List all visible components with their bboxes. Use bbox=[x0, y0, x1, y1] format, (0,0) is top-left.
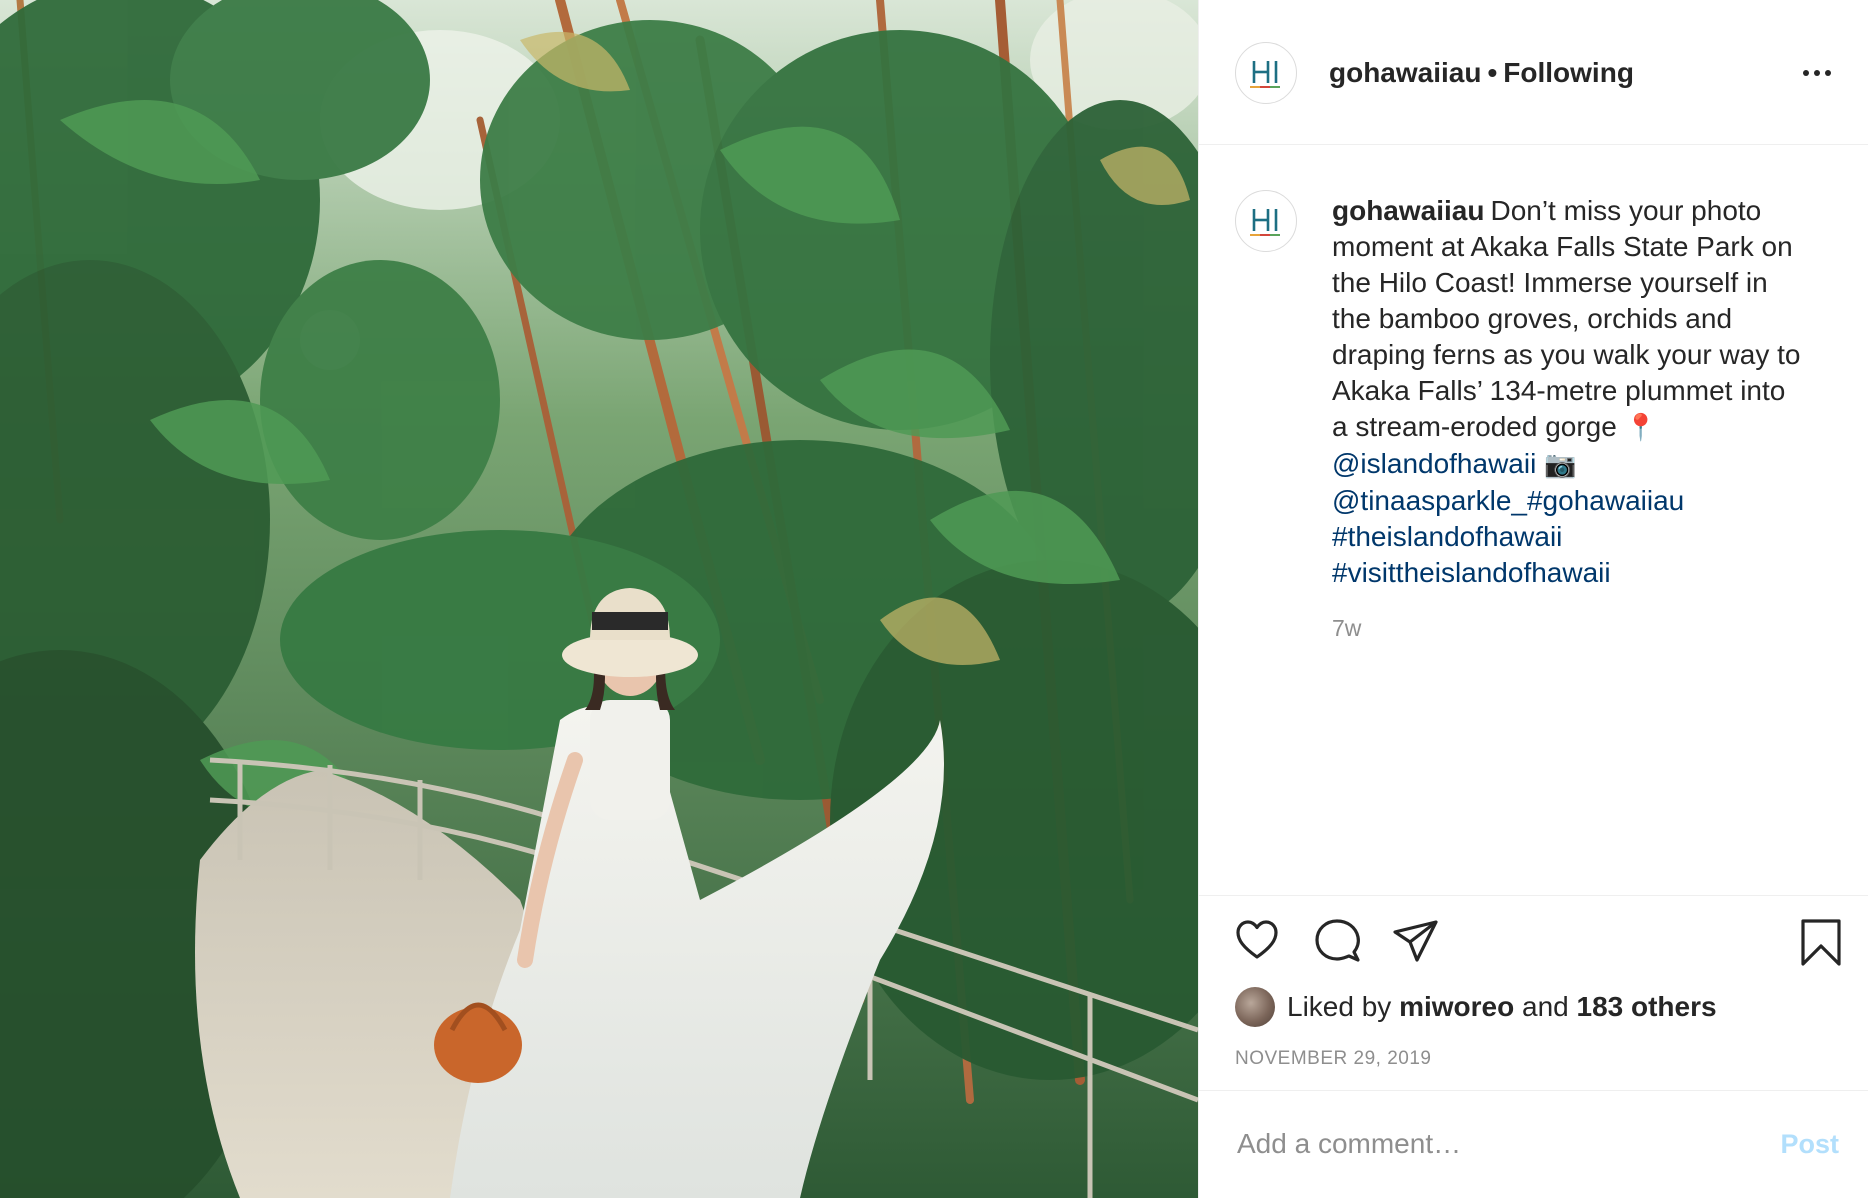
likes-prefix: Liked by bbox=[1287, 991, 1392, 1022]
comment-bar: Post bbox=[1199, 1090, 1868, 1198]
heart-icon[interactable] bbox=[1233, 916, 1281, 964]
author-username[interactable]: gohawaiiau bbox=[1329, 57, 1481, 88]
post-header: gohawaiiau • Following bbox=[1199, 0, 1868, 145]
dot bbox=[1803, 70, 1809, 76]
post-date[interactable]: NOVEMBER 29, 2019 bbox=[1235, 1048, 1431, 1070]
separator-dot: • bbox=[1487, 57, 1498, 88]
hi-logo-icon bbox=[1250, 61, 1280, 88]
post-time-ago[interactable]: 7w bbox=[1332, 615, 1361, 642]
jungle-path-illustration bbox=[0, 0, 1198, 1198]
dot bbox=[1825, 70, 1831, 76]
comment-bubble-icon[interactable] bbox=[1313, 916, 1363, 964]
post-photo[interactable] bbox=[0, 0, 1198, 1198]
caption-text: gohawaiiau Don’t miss your photo moment a… bbox=[1332, 193, 1832, 591]
liker-avatar[interactable] bbox=[1235, 987, 1275, 1027]
hashtag-link[interactable]: #visittheislandofhawaii bbox=[1332, 557, 1611, 588]
likes-others-link[interactable]: 183 others bbox=[1577, 991, 1717, 1023]
more-options-icon[interactable] bbox=[1795, 58, 1839, 88]
author-avatar[interactable] bbox=[1235, 42, 1297, 104]
caption-line: Don’t miss your photo bbox=[1490, 195, 1762, 226]
post-sidebar: gohawaiiau • Following gohawaiiau Don’t mis… bbox=[1198, 0, 1868, 1198]
likes-summary: Liked by miworeo and 183 others bbox=[1235, 986, 1717, 1028]
caption-line: the Hilo Coast! Immerse yourself in bbox=[1332, 267, 1768, 298]
caption-author-avatar[interactable] bbox=[1235, 190, 1297, 252]
dot bbox=[1814, 70, 1820, 76]
bookmark-icon[interactable] bbox=[1799, 918, 1843, 968]
paper-plane-icon[interactable] bbox=[1391, 918, 1441, 964]
comment-input[interactable] bbox=[1235, 1121, 1739, 1167]
header-text: gohawaiiau • Following bbox=[1329, 56, 1634, 90]
caption-line: Akaka Falls’ 134-metre plummet into bbox=[1332, 375, 1786, 406]
caption-line: a stream-eroded gorge bbox=[1332, 411, 1617, 442]
caption-line: the bamboo groves, orchids and bbox=[1332, 303, 1733, 334]
hashtag-link[interactable]: #gohawaiiau bbox=[1527, 485, 1684, 516]
pin-emoji: 📍 bbox=[1624, 413, 1657, 443]
caption-line: draping ferns as you walk your way to bbox=[1332, 339, 1801, 370]
likes-conjunction: and bbox=[1522, 991, 1569, 1022]
caption-line: moment at Akaka Falls State Park on bbox=[1332, 231, 1793, 262]
following-button[interactable]: Following bbox=[1503, 57, 1634, 88]
liker-username[interactable]: miworeo bbox=[1399, 991, 1514, 1023]
post-comment-button[interactable]: Post bbox=[1780, 1129, 1839, 1160]
caption-username[interactable]: gohawaiiau bbox=[1332, 195, 1484, 226]
hashtag-link[interactable]: #theislandofhawaii bbox=[1332, 521, 1562, 552]
mention-link[interactable]: @islandofhawaii bbox=[1332, 448, 1536, 479]
hi-logo-icon bbox=[1250, 209, 1280, 236]
camera-emoji: 📷 bbox=[1544, 450, 1577, 480]
mention-link[interactable]: @tinaasparkle_ bbox=[1332, 485, 1527, 516]
caption-area: gohawaiiau Don’t miss your photo moment a… bbox=[1199, 145, 1868, 895]
